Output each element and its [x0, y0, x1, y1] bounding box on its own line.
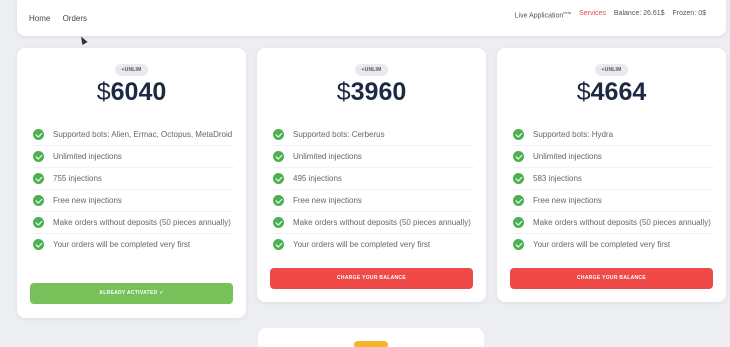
- check-icon: [513, 129, 524, 140]
- price-amount: 6040: [110, 78, 167, 106]
- plan-price: $3960: [257, 78, 486, 107]
- breadcrumb: Home Orders: [29, 14, 97, 23]
- plan-card-1: +UNLIM $6040 Supported bots: Alien, Erma…: [17, 48, 246, 318]
- feature-item: Supported bots: Alien, Ermac, Octopus, M…: [33, 124, 234, 146]
- unlim-badge: +UNLIM: [354, 64, 389, 76]
- feature-text: Free new injections: [53, 196, 122, 205]
- check-icon: [513, 239, 524, 250]
- feature-item: Free new injections: [513, 190, 714, 212]
- check-icon: [33, 129, 44, 140]
- currency-symbol: $: [96, 78, 111, 106]
- feature-item: Make orders without deposits (50 pieces …: [513, 212, 714, 234]
- charge-balance-button[interactable]: CHARGE YOUR BALANCE: [510, 268, 713, 289]
- feature-list: Supported bots: Cerberus Unlimited injec…: [273, 124, 474, 255]
- feature-item: Unlimited injections: [33, 146, 234, 168]
- check-icon: [33, 151, 44, 162]
- feature-item: Free new injections: [33, 190, 234, 212]
- nav-home-link[interactable]: Home: [29, 14, 50, 23]
- feature-list: Supported bots: Alien, Ermac, Octopus, M…: [33, 124, 234, 255]
- plan-tag: [354, 341, 388, 347]
- feature-text: Make orders without deposits (50 pieces …: [53, 218, 231, 227]
- feature-text: Your orders will be completed very first: [53, 240, 191, 249]
- feature-text: Unlimited injections: [533, 152, 602, 161]
- check-icon: [33, 217, 44, 228]
- feature-text: 755 injections: [53, 174, 102, 183]
- feature-text: Make orders without deposits (50 pieces …: [533, 218, 711, 227]
- feature-item: Unlimited injections: [273, 146, 474, 168]
- check-icon: [273, 239, 284, 250]
- unlim-badge: +UNLIM: [594, 64, 629, 76]
- check-icon: [273, 151, 284, 162]
- plan-card-2: +UNLIM $3960 Supported bots: Cerberus Un…: [257, 48, 486, 302]
- check-icon: [33, 195, 44, 206]
- check-icon: [273, 195, 284, 206]
- plan-card-3: +UNLIM $4664 Supported bots: Hydra Unlim…: [497, 48, 726, 302]
- feature-item: 755 injections: [33, 168, 234, 190]
- frozen-text: Frozen: 0$: [672, 10, 706, 17]
- check-icon: [513, 217, 524, 228]
- feature-item: 583 injections: [513, 168, 714, 190]
- feature-text: Your orders will be completed very first: [293, 240, 431, 249]
- feature-list: Supported bots: Hydra Unlimited injectio…: [513, 124, 714, 255]
- feature-item: Your orders will be completed very first: [273, 234, 474, 255]
- already-activated-button[interactable]: ALREADY ACTIVATED ✓: [30, 283, 233, 304]
- price-amount: 3960: [350, 78, 407, 106]
- top-navbar: Home Orders Live Applicationbeta Service…: [17, 0, 726, 36]
- check-icon: [33, 173, 44, 184]
- balance-text: Balance: 26.61$: [613, 10, 665, 17]
- feature-text: 583 injections: [533, 174, 582, 183]
- feature-text: Supported bots: Alien, Ermac, Octopus, M…: [53, 130, 233, 139]
- feature-item: Make orders without deposits (50 pieces …: [273, 212, 474, 234]
- account-bar: Live Applicationbeta Services Balance: 2…: [515, 10, 706, 19]
- mouse-cursor-icon: [78, 35, 88, 45]
- plan-price: $6040: [17, 78, 246, 107]
- feature-text: Supported bots: Cerberus: [293, 130, 385, 139]
- check-icon: [273, 217, 284, 228]
- nav-orders-link[interactable]: Orders: [63, 14, 87, 23]
- feature-item: Supported bots: Cerberus: [273, 124, 474, 146]
- currency-symbol: $: [576, 78, 591, 106]
- check-icon: [513, 173, 524, 184]
- feature-item: Supported bots: Hydra: [513, 124, 714, 146]
- unlim-badge: +UNLIM: [114, 64, 149, 76]
- charge-balance-button[interactable]: CHARGE YOUR BALANCE: [270, 268, 473, 289]
- feature-text: Supported bots: Hydra: [533, 130, 614, 139]
- check-icon: [273, 129, 284, 140]
- feature-text: Unlimited injections: [53, 152, 122, 161]
- feature-text: Unlimited injections: [293, 152, 362, 161]
- plan-card-4-partial: [258, 328, 484, 347]
- feature-text: Make orders without deposits (50 pieces …: [293, 218, 471, 227]
- feature-item: Make orders without deposits (50 pieces …: [33, 212, 234, 234]
- feature-item: Your orders will be completed very first: [33, 234, 234, 255]
- feature-text: Your orders will be completed very first: [533, 240, 671, 249]
- live-application-label: Live Application: [514, 12, 564, 20]
- feature-item: Free new injections: [273, 190, 474, 212]
- feature-item: Your orders will be completed very first: [513, 234, 714, 255]
- check-icon: [513, 195, 524, 206]
- services-link[interactable]: Services: [579, 10, 606, 19]
- price-amount: 4664: [590, 78, 647, 106]
- live-application-link[interactable]: Live Applicationbeta: [515, 10, 571, 19]
- plan-price: $4664: [497, 78, 726, 107]
- currency-symbol: $: [336, 78, 351, 106]
- check-icon: [273, 173, 284, 184]
- check-icon: [33, 239, 44, 250]
- feature-text: 495 injections: [293, 174, 342, 183]
- feature-item: Unlimited injections: [513, 146, 714, 168]
- feature-text: Free new injections: [293, 196, 362, 205]
- live-application-sup: beta: [563, 10, 572, 15]
- feature-text: Free new injections: [533, 196, 602, 205]
- check-icon: [513, 151, 524, 162]
- feature-item: 495 injections: [273, 168, 474, 190]
